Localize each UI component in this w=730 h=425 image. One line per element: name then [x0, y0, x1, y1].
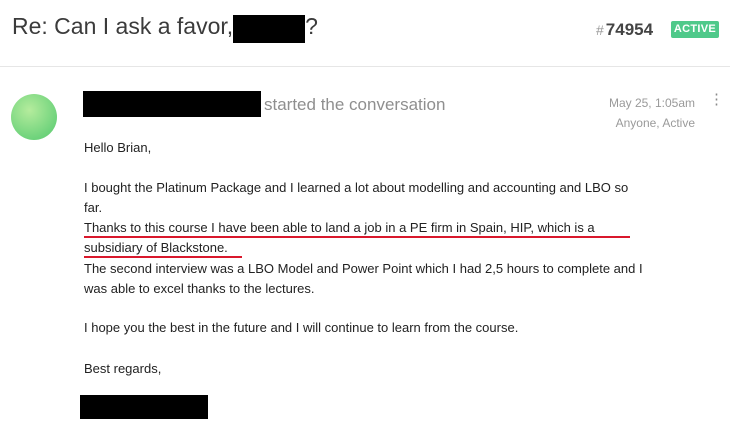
message-line: far. [84, 200, 103, 215]
message-line: I bought the Platinum Package and I lear… [84, 180, 629, 195]
message-line: Hello Brian, [84, 140, 152, 155]
redacted-author [83, 91, 261, 117]
redacted-name [233, 15, 306, 43]
message-status: Anyone, Active [615, 116, 695, 130]
message-date: May 25, 1:05am [608, 96, 695, 110]
title-text: Re: Can I ask a favor, [12, 13, 234, 39]
ticket-number-value: 74954 [605, 20, 654, 39]
message-line: Best regards, [84, 361, 162, 376]
vertical-ellipsis-icon[interactable]: ⋮ [709, 92, 724, 107]
message-line-highlighted: Thanks to this course I have been able t… [84, 220, 595, 235]
avatar[interactable] [11, 94, 57, 140]
message-line-highlighted: subsidiary of Blackstone. [84, 240, 228, 255]
highlight-underline [84, 236, 630, 238]
message-line: The second interview was a LBO Model and… [84, 261, 643, 276]
message-line: I hope you the best in the future and I … [84, 320, 519, 335]
highlight-underline [84, 256, 242, 258]
conversation-title: Re: Can I ask a favor, ? [12, 13, 318, 43]
conversation-header: Re: Can I ask a favor, ? #74954 ACTIVE [0, 0, 730, 67]
status-badge: ACTIVE [671, 21, 719, 38]
message-line: was able to excel thanks to the lectures… [84, 281, 315, 296]
ticket-hash: # [596, 22, 604, 38]
ticket-number: #74954 [596, 20, 653, 40]
author-action: started the conversation [264, 95, 446, 114]
redacted-signature [80, 395, 208, 419]
title-suffix: ? [305, 13, 318, 39]
